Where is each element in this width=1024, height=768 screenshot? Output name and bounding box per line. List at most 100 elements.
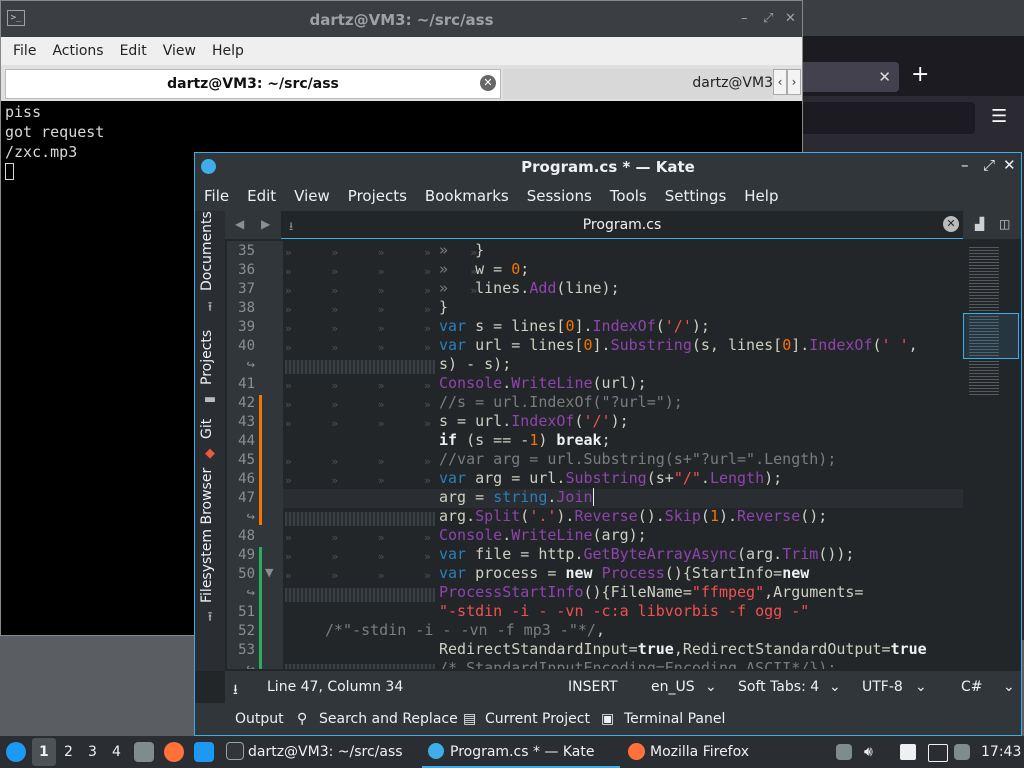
fold-arrow-icon[interactable]: ▼	[265, 566, 273, 579]
clipboard-icon[interactable]	[900, 744, 916, 760]
browser-url-bar[interactable]	[803, 102, 975, 134]
menu-icon[interactable]: ☰	[991, 106, 1007, 127]
cursor-position[interactable]: Line 47, Column 34	[267, 679, 403, 695]
toolview-output[interactable]: Output	[235, 711, 284, 727]
syntax-select[interactable]: C#	[961, 679, 983, 695]
workspace-3[interactable]: 3	[88, 744, 97, 760]
kate-window-title: Program.cs * — Kate	[521, 158, 695, 176]
code-line: var file = http.GetByteArrayAsync(arg.Tr…	[439, 545, 855, 563]
sidebar-tab-filesystem[interactable]: Filesystem Browser	[199, 468, 215, 603]
workspace-4[interactable]: 4	[112, 744, 121, 760]
file-manager-icon[interactable]	[134, 742, 154, 762]
kate-statusbar: ⭳ Line 47, Column 34 INSERT en_US ⌄ Soft…	[225, 671, 1021, 703]
code-line: s = url.IndexOf('/');	[439, 412, 629, 430]
terminal-tab-inactive[interactable]: dartz@VM3	[503, 69, 773, 99]
wrap-indent	[285, 360, 435, 374]
close-icon[interactable]: ✕	[785, 11, 796, 26]
toolview-search-replace[interactable]: Search and Replace	[319, 711, 458, 727]
menu-actions[interactable]: Actions	[44, 37, 111, 65]
upload-icon: ⭱	[207, 300, 213, 315]
sidebar-tab-git[interactable]: Git	[199, 419, 215, 439]
tab-scroll-left-icon[interactable]: ‹	[773, 69, 787, 95]
terminal-cursor	[5, 163, 14, 180]
tab-marker: » » » »	[285, 322, 431, 335]
code-editor[interactable]: 35 36 37 38 39 40 41 42 43 44 45 46 47 4…	[227, 241, 1019, 669]
menu-tools[interactable]: Tools	[601, 181, 656, 211]
task-kate[interactable]: Program.cs * — Kate	[422, 736, 620, 768]
workspace-1[interactable]: 1	[39, 744, 49, 760]
code-line: //var arg = url.Substring(s+"?url=".Leng…	[439, 450, 837, 468]
git-added-marker	[259, 547, 262, 669]
line-number: 43	[238, 414, 255, 430]
tab-next-icon[interactable]: ▶	[261, 217, 270, 231]
network-icon[interactable]	[928, 744, 948, 762]
line-number: 53	[238, 642, 255, 658]
split-screen-icon[interactable]: ◫	[999, 217, 1010, 231]
toolview-current-project[interactable]: Current Project	[485, 711, 590, 727]
clock[interactable]: 17:43	[981, 744, 1021, 760]
close-icon[interactable]: ✕	[878, 68, 891, 86]
terminal-tab-active[interactable]: dartz@VM3: ~/src/ass ✕	[5, 69, 501, 99]
sidebar-tab-projects[interactable]: Projects	[199, 330, 215, 385]
minimap-viewport[interactable]	[963, 313, 1019, 359]
line-number: 52	[238, 623, 255, 639]
close-tab-icon[interactable]: ✕	[480, 75, 496, 91]
toolview-terminal-panel[interactable]: Terminal Panel	[624, 711, 725, 727]
close-tab-icon[interactable]: ✕	[943, 216, 959, 232]
close-icon[interactable]: ✕	[1003, 156, 1016, 174]
maximize-icon[interactable]: ⤢	[763, 11, 773, 26]
menu-sessions[interactable]: Sessions	[518, 181, 601, 211]
taskbar: 1 2 3 4 dartz@VM3: ~/src/ass Program.cs …	[0, 736, 1024, 768]
chevron-down-icon: ⌄	[705, 679, 717, 695]
code-line: var url = lines[0].Substring(s, lines[0]…	[439, 336, 918, 354]
firefox-icon[interactable]	[164, 742, 184, 762]
line-number: 35	[238, 243, 255, 259]
wrap-indicator-icon: ↪	[246, 509, 255, 525]
kate-toolview-bar: Output ⚲ Search and Replace ▤ Current Pr…	[195, 703, 1021, 735]
indentation-select[interactable]: Soft Tabs: 4	[738, 679, 819, 695]
menu-settings[interactable]: Settings	[656, 181, 736, 211]
line-number: 38	[238, 300, 255, 316]
app-launcher-icon[interactable]	[6, 742, 26, 762]
workspace-2[interactable]: 2	[64, 744, 73, 760]
menu-view[interactable]: View	[155, 37, 204, 65]
terminal-output[interactable]: piss got request/zxc.mp3	[5, 102, 104, 182]
tab-marker: » » » »	[285, 474, 431, 487]
task-firefox[interactable]: Mozilla Firefox	[624, 736, 824, 768]
document-tab[interactable]: ⭳ Program.cs ✕	[281, 211, 963, 239]
wrap-indicator-icon: ↪	[246, 661, 255, 669]
volume-icon[interactable]: 🔊︎	[864, 744, 873, 760]
menu-help[interactable]: Help	[735, 181, 787, 211]
menu-bookmarks[interactable]: Bookmarks	[416, 181, 518, 211]
new-tab-icon[interactable]: +	[911, 62, 929, 87]
notification-icon[interactable]	[836, 744, 852, 760]
line-number: 47	[238, 490, 255, 506]
dictionary-select[interactable]: en_US	[651, 679, 695, 695]
code-line: s) - s);	[439, 355, 512, 373]
menu-projects[interactable]: Projects	[339, 181, 416, 211]
minimize-icon[interactable]: –	[961, 156, 969, 174]
maximize-icon[interactable]: ⤢	[983, 156, 995, 174]
menu-file[interactable]: File	[1, 37, 44, 65]
tab-scroll-right-icon[interactable]: ›	[787, 69, 801, 95]
input-mode[interactable]: INSERT	[568, 679, 618, 695]
menu-edit[interactable]: Edit	[112, 37, 155, 65]
tab-prev-icon[interactable]: ◀	[235, 217, 244, 231]
split-view-icon[interactable]: ▟	[975, 217, 984, 231]
chevron-down-icon: ⌄	[1003, 679, 1015, 695]
menu-file[interactable]: File	[195, 181, 238, 211]
task-terminal[interactable]: dartz@VM3: ~/src/ass	[222, 736, 418, 768]
minimize-icon[interactable]: –	[741, 11, 748, 26]
code-minimap[interactable]	[963, 241, 1019, 669]
menu-help[interactable]: Help	[204, 37, 252, 65]
line-number: 44	[238, 433, 255, 449]
show-desktop-icon[interactable]	[194, 742, 214, 762]
menu-edit[interactable]: Edit	[238, 181, 285, 211]
tray-expand-icon[interactable]	[954, 744, 970, 760]
encoding-select[interactable]: UTF-8	[862, 679, 903, 695]
browser-tab[interactable]: ✕	[803, 62, 899, 92]
code-line: » lines.Add(line);	[439, 279, 620, 297]
menu-view[interactable]: View	[285, 181, 339, 211]
kate-menubar: File Edit View Projects Bookmarks Sessions Too…	[195, 181, 1021, 211]
sidebar-tab-documents[interactable]: Documents	[199, 211, 215, 291]
